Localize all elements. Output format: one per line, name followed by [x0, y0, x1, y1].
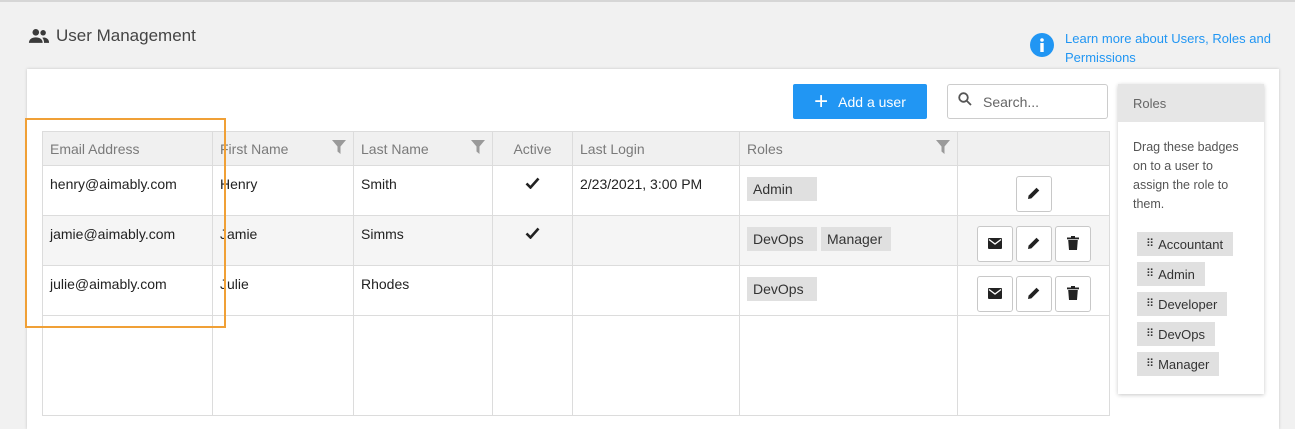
grip-icon: ⠿	[1146, 237, 1155, 250]
draggable-role-badge[interactable]: ⠿ Manager	[1137, 352, 1220, 376]
cell-email: jamie@aimably.com	[42, 215, 213, 266]
filter-icon[interactable]	[936, 140, 950, 157]
roles-panel: Roles Drag these badges on to a user to …	[1118, 84, 1264, 394]
delete-icon	[1066, 235, 1079, 253]
edit-icon	[1027, 286, 1041, 303]
role-badge[interactable]: Admin	[747, 177, 817, 201]
cell-roles: DevOps	[739, 265, 958, 316]
column-header-last-login[interactable]: Last Login	[572, 131, 740, 166]
column-header-last-name[interactable]: Last Name	[353, 131, 493, 166]
table-row[interactable]: henry@aimably.com Henry Smith 2/23/2021,…	[42, 165, 1110, 216]
cell-last-login	[572, 215, 740, 266]
cell-active	[492, 215, 573, 266]
search-box[interactable]	[947, 84, 1108, 119]
column-header-roles[interactable]: Roles	[739, 131, 958, 166]
users-card: + Add a user Email Address First Name La…	[27, 69, 1279, 429]
cell-active	[492, 165, 573, 216]
cell-email: henry@aimably.com	[42, 165, 213, 216]
role-badge-list: ⠿ Accountant ⠿ Admin ⠿ Developer ⠿ DevOps ⠿ M…	[1118, 232, 1264, 376]
column-header-first-name[interactable]: First Name	[212, 131, 354, 166]
cell-last-name: Simms	[353, 215, 493, 266]
top-divider	[0, 0, 1295, 2]
edit-button[interactable]	[1015, 226, 1052, 262]
info-icon	[1030, 33, 1054, 57]
role-badge[interactable]: Manager	[821, 227, 891, 251]
empty-row	[42, 315, 1110, 416]
filter-icon[interactable]	[332, 140, 346, 157]
cell-active	[492, 265, 573, 316]
cell-first-name: Julie	[212, 265, 354, 316]
cell-email: julie@aimably.com	[42, 265, 213, 316]
roles-panel-title: Roles	[1118, 84, 1264, 122]
page-title: User Management	[56, 26, 196, 45]
draggable-role-badge[interactable]: ⠿ Developer	[1137, 292, 1228, 316]
cell-last-name: Rhodes	[353, 265, 493, 316]
plus-icon: +	[814, 87, 829, 115]
draggable-role-badge[interactable]: ⠿ Admin	[1137, 262, 1205, 286]
delete-icon	[1066, 285, 1079, 303]
grip-icon: ⠿	[1146, 297, 1155, 310]
column-header-active[interactable]: Active	[492, 131, 573, 166]
roles-panel-description: Drag these badges on to a user to assign…	[1133, 140, 1239, 211]
table-header-row: Email Address First Name Last Name Activ…	[42, 131, 1110, 166]
cell-roles: Admin	[739, 165, 958, 216]
email-button[interactable]	[976, 226, 1013, 262]
cell-last-login	[572, 265, 740, 316]
mail-icon	[987, 286, 1002, 302]
column-header-email[interactable]: Email Address	[42, 131, 213, 166]
add-user-button[interactable]: + Add a user	[793, 84, 927, 119]
users-table: Email Address First Name Last Name Activ…	[42, 131, 1110, 416]
edit-icon	[1027, 186, 1041, 203]
grip-icon: ⠿	[1146, 357, 1155, 370]
cell-first-name: Jamie	[212, 215, 354, 266]
delete-button[interactable]	[1054, 226, 1091, 262]
filter-icon[interactable]	[471, 140, 485, 157]
cell-last-name: Smith	[353, 165, 493, 216]
table-row[interactable]: jamie@aimably.com Jamie Simms DevOps Mana…	[42, 215, 1110, 266]
cell-actions	[957, 265, 1110, 316]
table-row[interactable]: julie@aimably.com Julie Rhodes DevOps	[42, 265, 1110, 316]
column-header-actions	[957, 131, 1110, 166]
page-header: User Management	[28, 26, 196, 46]
draggable-role-badge[interactable]: ⠿ Accountant	[1137, 232, 1234, 256]
edit-icon	[1027, 236, 1041, 253]
help-link[interactable]: Learn more about Users, Roles and Permis…	[1065, 29, 1280, 67]
add-user-label: Add a user	[838, 93, 906, 110]
users-icon	[28, 28, 50, 44]
cell-actions	[957, 215, 1110, 266]
help-section: Learn more about Users, Roles and Permis…	[1030, 29, 1280, 67]
search-input[interactable]	[981, 92, 1105, 111]
mail-icon	[987, 236, 1002, 252]
cell-roles: DevOps Manager	[739, 215, 958, 266]
cell-first-name: Henry	[212, 165, 354, 216]
draggable-role-badge[interactable]: ⠿ DevOps	[1137, 322, 1216, 346]
role-badge[interactable]: DevOps	[747, 227, 817, 251]
edit-button[interactable]	[1015, 176, 1052, 212]
grip-icon: ⠿	[1146, 267, 1155, 280]
email-button[interactable]	[976, 276, 1013, 312]
check-icon	[525, 226, 540, 242]
search-icon	[948, 92, 972, 111]
cell-last-login: 2/23/2021, 3:00 PM	[572, 165, 740, 216]
check-icon	[525, 176, 540, 192]
cell-actions	[957, 165, 1110, 216]
edit-button[interactable]	[1015, 276, 1052, 312]
role-badge[interactable]: DevOps	[747, 277, 817, 301]
delete-button[interactable]	[1054, 276, 1091, 312]
grip-icon: ⠿	[1146, 327, 1155, 340]
